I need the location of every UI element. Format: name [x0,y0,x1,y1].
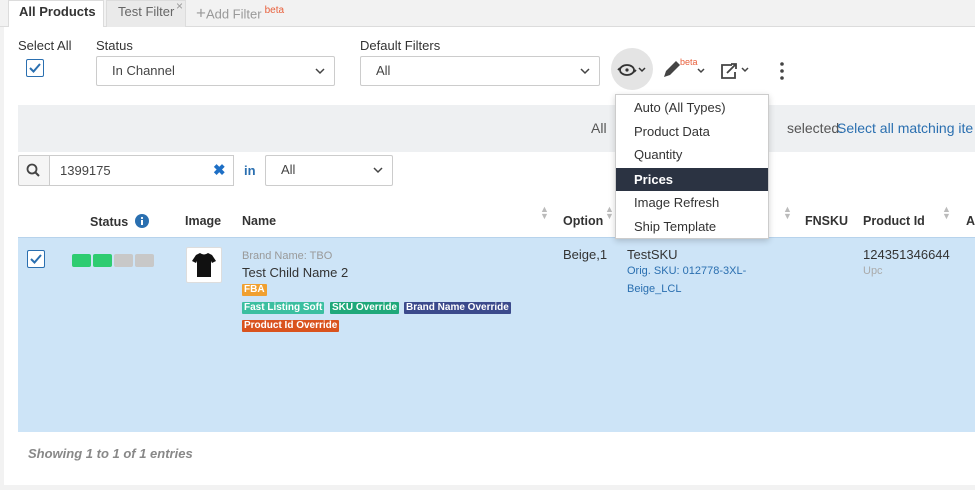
info-icon[interactable] [134,214,149,228]
menu-item-prices[interactable]: Prices [616,168,768,191]
menu-item-image-refresh[interactable]: Image Refresh [616,191,768,214]
plus-icon: + [196,3,206,23]
sync-dropdown-menu: Auto (All Types) Product Data Quantity P… [615,94,769,239]
export-icon [721,63,749,79]
default-filters-label: Default Filters [360,38,441,53]
sync-icon [617,64,646,76]
column-label: Status [90,215,129,229]
add-filter-button[interactable]: +Add Filter beta [196,0,284,27]
entries-summary: Showing 1 to 1 of 1 entries [28,446,193,461]
status-bar [135,254,154,267]
status-select-value: In Channel [112,63,175,78]
status-label: Status [96,38,133,53]
tab-test-filter[interactable]: Test Filter × [106,0,186,27]
product-name[interactable]: Test Child Name 2 [242,265,348,280]
table-row[interactable]: Brand Name: TBO Test Child Name 2 FBA Fa… [18,237,975,432]
orig-sku-line1: Orig. SKU: 012778-3XL- [627,265,747,277]
selection-notice: All selected. Select all matching ite [18,105,975,152]
product-id-type: Upc [863,265,883,277]
edit-button[interactable]: beta [660,57,708,83]
select-all-matching-link[interactable]: Select all matching ite [837,120,973,136]
column-header-fnsku[interactable]: FNSKU [805,214,848,228]
brand-name: Brand Name: TBO [242,250,333,262]
status-select[interactable]: In Channel [96,56,335,86]
checkmark-icon [29,63,41,73]
product-id-override-badge: Product Id Override [242,320,340,332]
menu-item-product-data[interactable]: Product Data [616,120,768,143]
add-filter-label: Add Filter [205,6,262,22]
tshirt-image [192,253,216,277]
chevron-down-icon [373,167,383,174]
beta-badge: beta [264,5,285,16]
search-in-label: in [244,163,256,178]
menu-item-auto[interactable]: Auto (All Types) [616,96,768,119]
sort-icon[interactable]: ▲ ▼ [605,205,614,221]
page: All Products Test Filter × +Add Filter be… [0,0,975,490]
export-button[interactable] [720,61,752,81]
product-id-value: 124351346644 [863,247,950,262]
sku-value: TestSKU [627,247,678,262]
orig-sku-line2: Beige_LCL [627,283,682,295]
menu-item-quantity[interactable]: Quantity [616,143,768,166]
row-checkbox[interactable] [27,250,45,268]
more-options-button[interactable] [776,61,788,81]
notice-text-prefix: All [591,120,607,136]
sync-button[interactable] [611,48,653,90]
sort-icon[interactable]: ▲ ▼ [942,205,951,221]
sort-icon[interactable]: ▲ ▼ [540,205,549,221]
sku-override-badge: SKU Override [330,302,400,314]
chevron-down-icon [580,68,590,75]
products-panel: Select All Status In Channel Default Fil… [4,27,975,485]
tab-label: All Products [19,4,96,19]
column-header-a[interactable]: A [966,214,975,228]
search-field-select[interactable]: All [265,155,393,186]
search-input[interactable]: 1399175 [49,155,234,186]
vertical-dots-icon [780,62,784,80]
column-header-image: Image [185,214,222,228]
tab-label: Test Filter [118,4,175,19]
tab-all-products[interactable]: All Products [8,0,104,27]
product-thumbnail[interactable] [186,247,222,283]
close-icon[interactable]: × [176,0,183,17]
default-filters-select[interactable]: All [360,56,600,86]
fba-badge: FBA [242,284,267,296]
column-header-name[interactable]: Name [242,214,276,228]
select-all-label: Select All [18,38,72,53]
column-header-status[interactable]: Status [90,214,149,229]
option-value: Beige,1 [563,247,608,262]
fast-listing-badge: Fast Listing Soft [242,302,325,314]
brand-override-badge: Brand Name Override [404,302,511,314]
status-bar [114,254,133,267]
clear-search-icon[interactable]: ✖ [213,161,226,179]
edit-beta-badge: beta [680,57,698,67]
sort-icon[interactable]: ▲ ▼ [783,205,792,221]
search-icon [26,163,40,177]
search-field-value: All [281,162,296,177]
status-bar [72,254,91,267]
column-header-product-id[interactable]: Product Id [863,214,925,228]
chevron-down-icon [315,68,325,75]
select-all-checkbox[interactable] [26,59,44,77]
search-button[interactable] [18,155,50,186]
status-bar [93,254,112,267]
search-input-value: 1399175 [60,163,111,178]
menu-item-ship-template[interactable]: Ship Template [616,215,768,238]
checkmark-icon [30,254,42,264]
notice-text-suffix: selected. [787,120,844,136]
column-header-option[interactable]: Option [563,214,603,228]
default-filters-select-value: All [376,63,391,78]
filter-tabs: All Products Test Filter × +Add Filter be… [0,0,975,27]
